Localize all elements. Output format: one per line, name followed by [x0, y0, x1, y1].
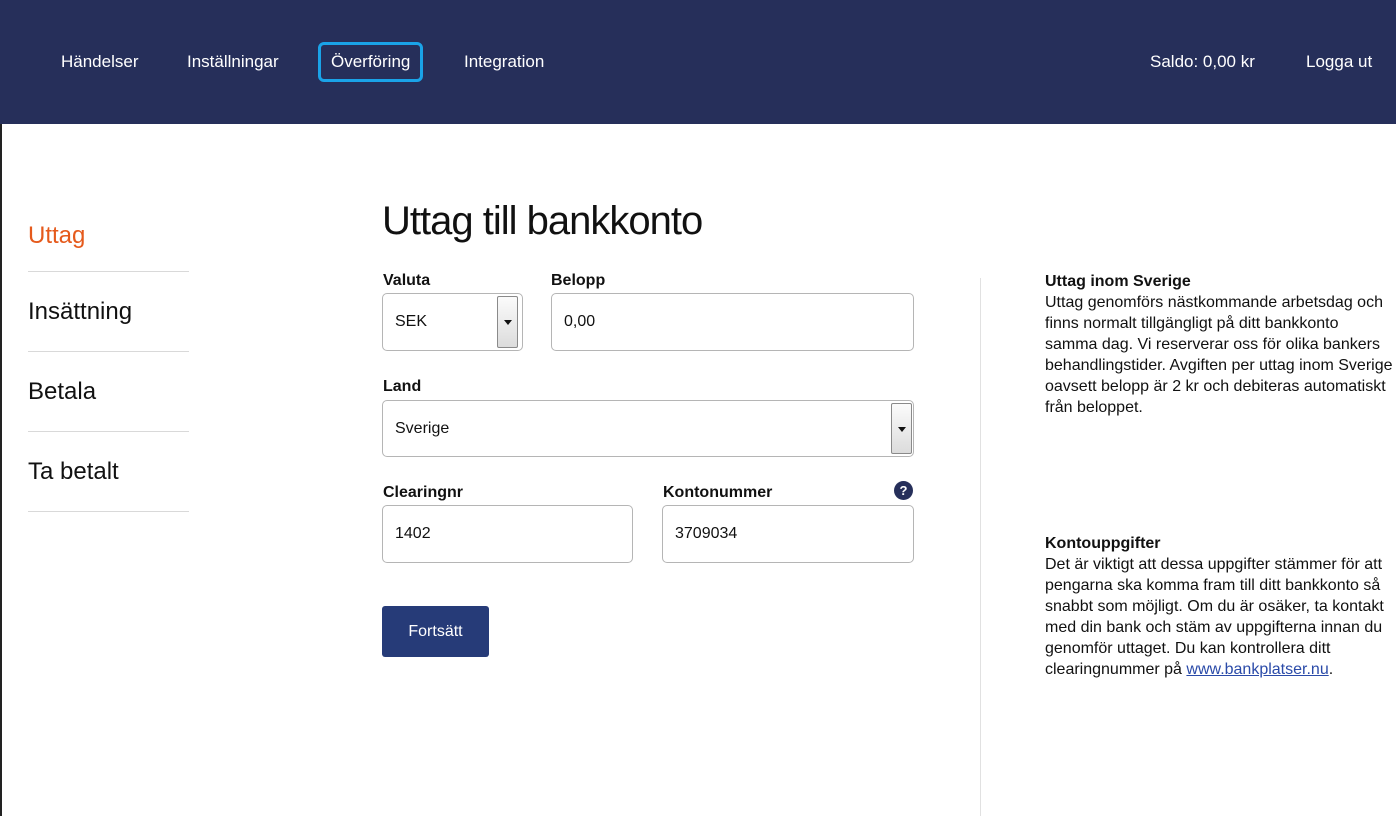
info-panel-account-details: Kontouppgifter Det är viktigt att dessa … — [1045, 533, 1395, 680]
country-select[interactable]: Sverige — [382, 400, 914, 457]
sidebar-divider — [28, 431, 189, 432]
currency-select-value: SEK — [395, 313, 428, 330]
chevron-down-icon[interactable] — [891, 403, 912, 454]
clearing-label: Clearingnr — [383, 484, 464, 501]
logout-link[interactable]: Logga ut — [1306, 52, 1372, 72]
nav-item-overforing[interactable]: Överföring — [318, 42, 424, 82]
sidebar-divider — [28, 351, 189, 352]
sidebar-item-ta-betalt[interactable]: Ta betalt — [28, 458, 119, 486]
balance-display: Saldo: 0,00 kr — [1150, 52, 1255, 71]
sidebar-item-uttag[interactable]: Uttag — [28, 222, 85, 250]
continue-button[interactable]: Fortsätt — [382, 606, 489, 657]
chevron-down-icon[interactable] — [497, 296, 518, 348]
info-title-withdraw-sweden: Uttag inom Sverige — [1045, 273, 1191, 290]
info-text-account-details: Det är viktigt att dessa uppgifter stämm… — [1045, 554, 1395, 680]
nav-item-installningar[interactable]: Inställningar — [187, 52, 279, 72]
bankplatser-link[interactable]: www.bankplatser.nu — [1186, 661, 1328, 678]
question-circle-icon[interactable]: ? — [894, 481, 913, 500]
amount-input[interactable] — [551, 293, 914, 351]
top-navbar: Händelser Inställningar Överföring Integ… — [0, 0, 1396, 124]
country-label: Land — [383, 378, 422, 395]
nav-item-integration[interactable]: Integration — [464, 52, 544, 72]
sidebar-item-betala[interactable]: Betala — [28, 378, 96, 406]
info-text-suffix: . — [1328, 661, 1334, 678]
account-number-input[interactable] — [662, 505, 914, 563]
sidebar-item-insattning[interactable]: Insättning — [28, 298, 132, 326]
info-text-account-details-body: Det är viktigt att dessa uppgifter stämm… — [1045, 556, 1384, 678]
account-number-label: Kontonummer — [663, 484, 773, 501]
page-title: Uttag till bankkonto — [382, 199, 703, 243]
amount-label: Belopp — [551, 272, 606, 289]
currency-select[interactable]: SEK — [382, 293, 523, 351]
info-panel: Uttag inom Sverige Uttag genomförs nästk… — [1045, 271, 1395, 418]
clearing-input[interactable] — [382, 505, 633, 563]
info-text-withdraw-sweden: Uttag genomförs nästkommande arbetsdag o… — [1045, 294, 1393, 416]
sidebar-divider — [28, 271, 189, 272]
sidebar-divider — [28, 511, 189, 512]
country-select-value: Sverige — [395, 420, 450, 437]
vertical-divider — [980, 278, 981, 816]
currency-label: Valuta — [383, 272, 431, 289]
nav-item-handelser[interactable]: Händelser — [61, 52, 139, 72]
info-title-account-details: Kontouppgifter — [1045, 535, 1161, 552]
